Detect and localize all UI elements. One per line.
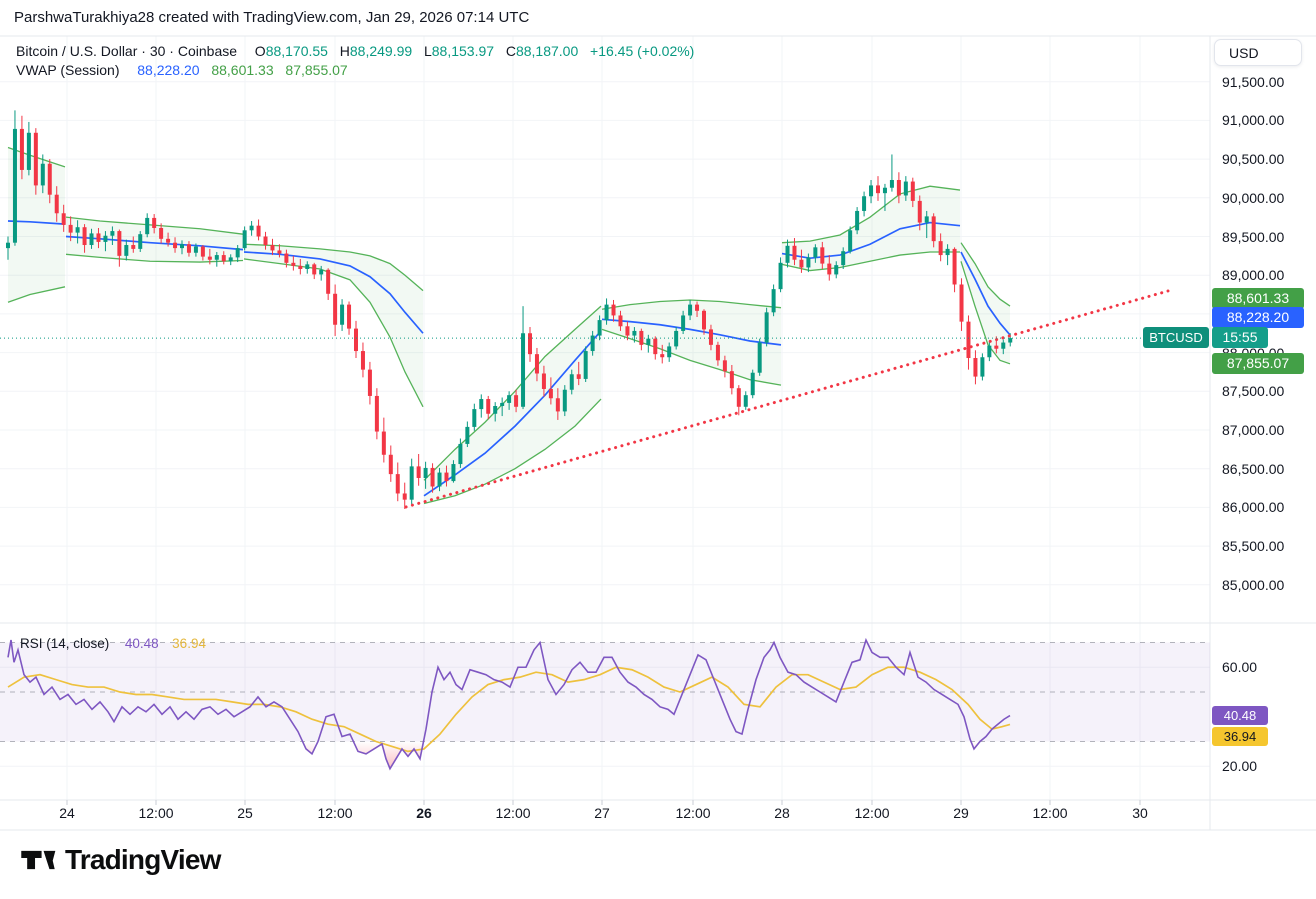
time-axis-label: 24 bbox=[59, 805, 75, 821]
tradingview-logo-text: TradingView bbox=[65, 844, 221, 876]
price-axis-label: 85,500.00 bbox=[1222, 536, 1284, 556]
rsi-legend: RSI (14, close) 40.48 36.94 bbox=[20, 636, 206, 651]
open-value: 88,170.55 bbox=[266, 43, 328, 59]
time-axis-label: 12:00 bbox=[138, 805, 173, 821]
price-axis-label: 90,000.00 bbox=[1222, 188, 1284, 208]
rsi-ma-value: 36.94 bbox=[172, 636, 206, 651]
vwap-mid-value: 88,228.20 bbox=[137, 62, 199, 78]
time-axis-label: 12:00 bbox=[495, 805, 530, 821]
time-axis-label: 30 bbox=[1132, 805, 1148, 821]
price-axis-label: 86,000.00 bbox=[1222, 497, 1284, 517]
tradingview-snapshot: ParshwaTurakhiya28 created with TradingV… bbox=[0, 0, 1316, 899]
price-axis-label: 86,500.00 bbox=[1222, 459, 1284, 479]
time-axis-label: 29 bbox=[953, 805, 969, 821]
rsi-axis-label: 60.00 bbox=[1222, 657, 1257, 677]
vwap-mid-badge: 88,228.20 bbox=[1212, 307, 1304, 328]
time-axis-label: 12:00 bbox=[854, 805, 889, 821]
price-axis-label: 91,000.00 bbox=[1222, 110, 1284, 130]
symbol-legend: Bitcoin / U.S. Dollar · 30 · Coinbase O8… bbox=[16, 43, 694, 59]
price-axis-label: 89,500.00 bbox=[1222, 227, 1284, 247]
vwap-upper-value: 88,601.33 bbox=[211, 62, 273, 78]
vwap-upper-badge: 88,601.33 bbox=[1212, 288, 1304, 309]
time-axis-label: 25 bbox=[237, 805, 253, 821]
change-value: +16.45 (+0.02%) bbox=[590, 43, 694, 59]
price-axis-label: 87,000.00 bbox=[1222, 420, 1284, 440]
bar-countdown-badge: 15:55 bbox=[1212, 327, 1268, 348]
tradingview-logo-icon bbox=[18, 841, 56, 879]
rsi-axis-label: 20.00 bbox=[1222, 756, 1257, 776]
vwap-label: VWAP (Session) bbox=[16, 62, 119, 78]
snapshot-title: ParshwaTurakhiya28 created with TradingV… bbox=[14, 9, 529, 26]
rsi-value-badge: 40.48 bbox=[1212, 706, 1268, 725]
high-label: H bbox=[340, 43, 350, 59]
chart-canvas[interactable] bbox=[0, 0, 1316, 899]
price-axis-label: 87,500.00 bbox=[1222, 381, 1284, 401]
rsi-params: (14, close) bbox=[46, 636, 109, 651]
vwap-legend: VWAP (Session) 88,228.20 88,601.33 87,85… bbox=[16, 62, 348, 78]
time-axis-label: 12:00 bbox=[675, 805, 710, 821]
high-value: 88,249.99 bbox=[350, 43, 412, 59]
price-axis-label: 91,500.00 bbox=[1222, 72, 1284, 92]
rsi-value: 40.48 bbox=[125, 636, 159, 651]
price-axis-label: 90,500.00 bbox=[1222, 149, 1284, 169]
tradingview-logo[interactable]: TradingView bbox=[18, 841, 221, 879]
time-axis-label: 26 bbox=[416, 805, 432, 821]
exchange-label: Coinbase bbox=[178, 43, 237, 59]
time-axis-label: 27 bbox=[594, 805, 610, 821]
close-value: 88,187.00 bbox=[516, 43, 578, 59]
time-axis-label: 12:00 bbox=[1032, 805, 1067, 821]
vwap-lower-badge: 87,855.07 bbox=[1212, 353, 1304, 374]
symbol-name[interactable]: Bitcoin / U.S. Dollar bbox=[16, 43, 137, 59]
price-axis-label: 85,000.00 bbox=[1222, 575, 1284, 595]
time-axis-label: 28 bbox=[774, 805, 790, 821]
close-label: C bbox=[506, 43, 516, 59]
price-axis-label: 89,000.00 bbox=[1222, 265, 1284, 285]
low-label: L bbox=[424, 43, 432, 59]
rsi-ma-value-badge: 36.94 bbox=[1212, 727, 1268, 746]
interval-label: 30 bbox=[150, 43, 166, 59]
rsi-title: RSI bbox=[20, 636, 43, 651]
vwap-lower-value: 87,855.07 bbox=[285, 62, 347, 78]
symbol-price-badge: BTCUSD bbox=[1143, 327, 1209, 348]
time-axis-label: 12:00 bbox=[317, 805, 352, 821]
open-label: O bbox=[255, 43, 266, 59]
currency-toggle-button[interactable]: USD bbox=[1214, 39, 1302, 66]
low-value: 88,153.97 bbox=[432, 43, 494, 59]
